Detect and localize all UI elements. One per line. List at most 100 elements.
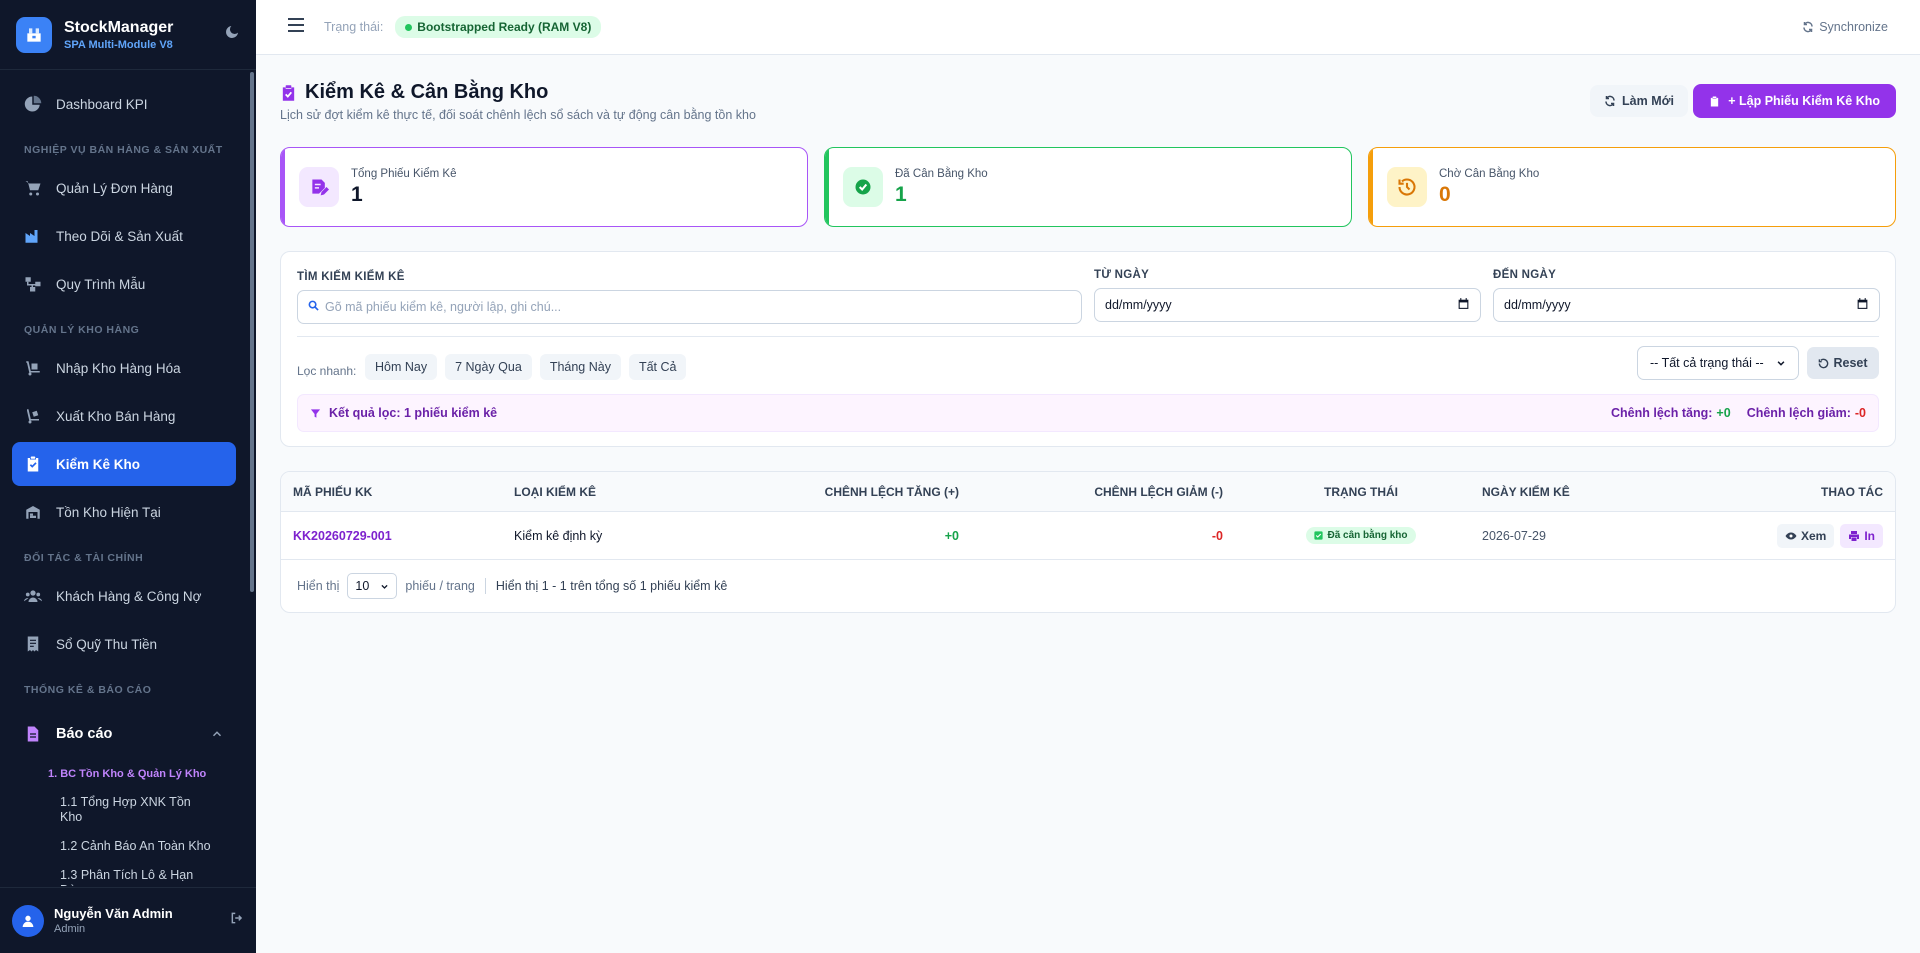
synchronize-button[interactable]: Synchronize: [1802, 20, 1888, 34]
status-select[interactable]: -- Tất cả trạng thái --: [1637, 346, 1799, 380]
user-role: Admin: [54, 923, 86, 935]
col-type: LOẠI KIỂM KÊ: [514, 484, 597, 499]
sitemap-icon: [25, 277, 41, 292]
moon-icon[interactable]: [224, 24, 240, 45]
print-label: In: [1864, 528, 1875, 543]
section-reports: THỐNG KÊ & BÁO CÁO: [24, 684, 152, 696]
chip-today[interactable]: Hôm Nay: [365, 354, 438, 380]
table-footer: Hiển thị 10 phiếu / trang Hiển thị 1 - 1…: [281, 560, 1895, 612]
sidebar-item-production[interactable]: Theo Dõi & Sản Xuất: [12, 214, 236, 258]
sidebar-item-label: Quy Trình Mẫu: [56, 276, 146, 292]
stat-value: 1: [351, 182, 363, 206]
date-placeholder: dd/mm/yyyy: [1504, 298, 1571, 312]
stats-row: Tổng Phiếu Kiểm Kê 1 Đã Cân Bằng Kho 1 C…: [280, 147, 1896, 227]
search-icon: [308, 300, 319, 314]
page-size-value: 10: [355, 579, 370, 593]
filter-icon: [310, 408, 321, 418]
stat-label: Đã Cân Bằng Kho: [895, 167, 988, 180]
sidebar-item-label: Xuất Kho Bán Hàng: [56, 408, 176, 424]
eye-icon: [1785, 532, 1797, 539]
sidebar-item-stock[interactable]: Tồn Kho Hiện Tại: [12, 490, 236, 534]
stat-value: 0: [1439, 182, 1451, 206]
sidebar-item-cashbook[interactable]: Sổ Quỹ Thu Tiền: [12, 622, 236, 666]
search-input[interactable]: Gõ mã phiếu kiểm kê, người lập, ghi chú.…: [297, 290, 1082, 324]
filter-result-text: Kết quả lọc: 1 phiếu kiểm kê: [329, 406, 498, 420]
page-size-select[interactable]: 10: [347, 573, 398, 599]
col-date: NGÀY KIỂM KÊ: [1482, 484, 1570, 499]
sidebar-group-reports[interactable]: Báo cáo: [12, 712, 236, 756]
reset-label: Reset: [1833, 356, 1868, 370]
sidebar-scrollbar[interactable]: [250, 72, 254, 592]
chip-this-month[interactable]: Tháng Này: [539, 354, 621, 380]
sidebar-item-customers[interactable]: Khách Hàng & Công Nợ: [12, 574, 236, 618]
user-panel: Nguyễn Văn Admin Admin: [0, 887, 256, 953]
brand-subtitle: SPA Multi-Module V8: [64, 38, 173, 51]
report-item-xnk[interactable]: 1.1 Tổng Hợp XNK Tồn Kho: [0, 788, 248, 832]
logout-icon[interactable]: [230, 911, 244, 930]
file-report-icon: [27, 726, 39, 742]
report-subgroup-title[interactable]: 1. BC Tồn Kho & Quản Lý Kho: [0, 760, 248, 788]
chevron-down-icon: [1777, 361, 1785, 366]
print-button[interactable]: In: [1840, 523, 1883, 548]
sidebar-item-inventory-check[interactable]: Kiểm Kê Kho: [12, 442, 236, 486]
quick-filter-label: Lọc nhanh:: [297, 364, 357, 378]
section-partners: ĐỐI TÁC & TÀI CHÍNH: [24, 552, 144, 564]
box-logo-icon: [16, 16, 52, 53]
view-button[interactable]: Xem: [1776, 523, 1835, 548]
create-inventory-button[interactable]: + Lập Phiếu Kiểm Kê Kho: [1693, 84, 1896, 118]
pie-chart-icon: [24, 95, 42, 112]
sync-icon: [1605, 95, 1615, 107]
to-date-input[interactable]: dd/mm/yyyy: [1493, 288, 1880, 322]
col-actions: THAO TÁC: [1821, 484, 1883, 499]
refresh-button[interactable]: Làm Mới: [1590, 85, 1688, 117]
sidebar: StockManager SPA Multi-Module V8 Dashboa…: [0, 0, 256, 953]
report-item-safety[interactable]: 1.2 Cảnh Báo An Toàn Kho: [0, 832, 248, 861]
divider: [297, 336, 1879, 337]
stat-card-pending: Chờ Cân Bằng Kho 0: [1368, 147, 1896, 227]
sidebar-item-orders[interactable]: Quản Lý Đơn Hàng: [12, 166, 236, 210]
view-label: Xem: [1800, 528, 1827, 543]
quick-filter-chips: Hôm Nay 7 Ngày Qua Tháng Này Tất Cả: [365, 354, 687, 380]
cart-icon: [25, 181, 41, 196]
sidebar-item-import[interactable]: Nhập Kho Hàng Hóa: [12, 346, 236, 390]
create-label: + Lập Phiếu Kiểm Kê Kho: [1728, 94, 1880, 108]
row-code-link[interactable]: KK20260729-001: [293, 512, 392, 559]
main-content: Kiểm Kê & Cân Bằng Kho Lịch sử đợt kiểm …: [280, 55, 1896, 613]
stat-card-total: Tổng Phiếu Kiểm Kê 1: [280, 147, 808, 227]
menu-toggle-icon[interactable]: [288, 17, 304, 37]
from-date-input[interactable]: dd/mm/yyyy: [1094, 288, 1481, 322]
calendar-icon[interactable]: [1856, 297, 1869, 313]
receipt-icon: [27, 636, 39, 652]
sidebar-item-label: Dashboard KPI: [56, 96, 148, 112]
page-subtitle: Lịch sử đợt kiểm kê thực tế, đối soát ch…: [280, 108, 756, 122]
inventory-table: MÃ PHIẾU KK LOẠI KIỂM KÊ CHÊNH LỆCH TĂNG…: [280, 471, 1896, 613]
status-badge: Đã cân bằng kho: [1306, 527, 1416, 544]
sidebar-item-label: Kiểm Kê Kho: [56, 456, 141, 472]
decrease-label: Chênh lệch giảm:: [1746, 406, 1851, 420]
calendar-icon[interactable]: [1457, 297, 1470, 313]
sidebar-nav: Dashboard KPI NGHIỆP VỤ BÁN HÀNG & SẢN X…: [0, 82, 248, 886]
page-title: Kiểm Kê & Cân Bằng Kho: [280, 81, 548, 104]
chip-all[interactable]: Tất Cả: [628, 354, 687, 380]
hand-truck-icon: [27, 409, 39, 424]
sidebar-item-export[interactable]: Xuất Kho Bán Hàng: [12, 394, 236, 438]
section-warehouse: QUẢN LÝ KHO HÀNG: [24, 324, 140, 336]
col-decrease: CHÊNH LỆCH GIẢM (-): [1094, 484, 1223, 499]
brand: StockManager SPA Multi-Module V8: [0, 0, 256, 70]
sidebar-item-dashboard[interactable]: Dashboard KPI: [12, 82, 236, 126]
avatar[interactable]: [12, 904, 44, 937]
search-label: TÌM KIẾM KIỂM KÊ: [297, 271, 405, 283]
status-badge: Bootstrapped Ready (RAM V8): [395, 16, 602, 38]
reset-button[interactable]: Reset: [1807, 347, 1879, 379]
table-row: KK20260729-001 Kiểm kê định kỳ +0 -0 Đã …: [281, 512, 1895, 560]
table-header: MÃ PHIẾU KK LOẠI KIỂM KÊ CHÊNH LỆCH TĂNG…: [281, 472, 1895, 512]
chip-7-days[interactable]: 7 Ngày Qua: [445, 354, 532, 380]
clipboard-check-icon: [27, 456, 39, 472]
filter-panel: TÌM KIẾM KIỂM KÊ Gõ mã phiếu kiểm kê, ng…: [280, 251, 1896, 447]
col-code: MÃ PHIẾU KK: [293, 484, 373, 499]
chevron-up-icon: [212, 731, 222, 737]
sidebar-item-process[interactable]: Quy Trình Mẫu: [12, 262, 236, 306]
report-item-lot[interactable]: 1.3 Phân Tích Lô & Hạn Dùng: [0, 861, 248, 886]
show-label: Hiển thị: [297, 579, 340, 593]
page-header: Kiểm Kê & Cân Bằng Kho Lịch sử đợt kiểm …: [280, 55, 1896, 147]
